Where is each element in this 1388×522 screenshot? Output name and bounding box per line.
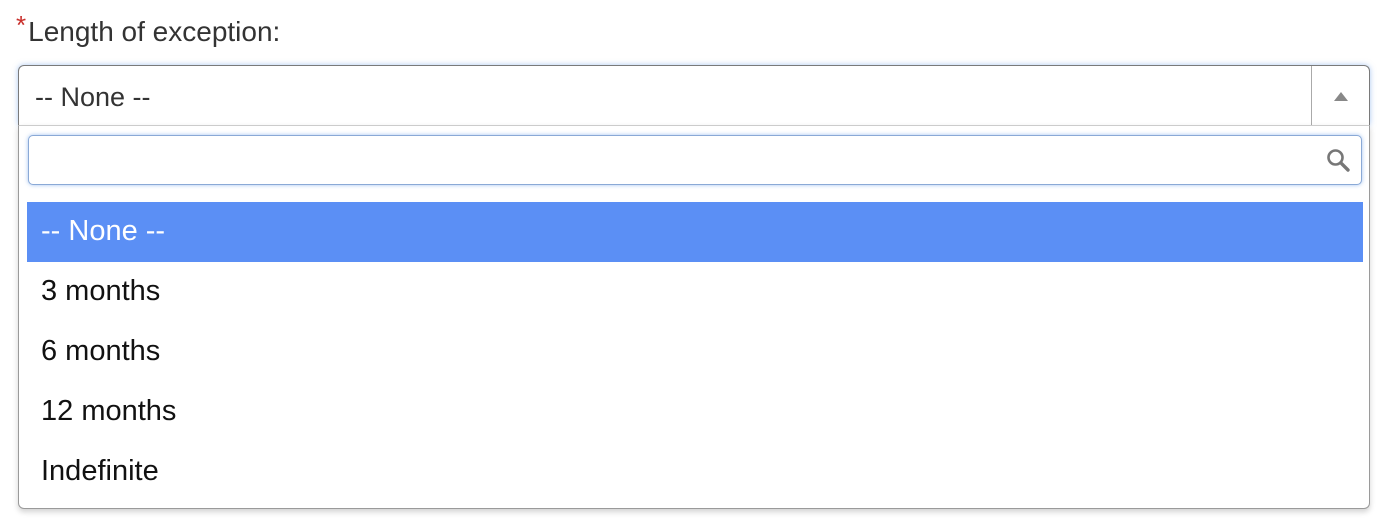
triangle-up-icon [1333,91,1348,101]
select-dropdown: -- None -- 3 months 6 months 12 months I… [18,125,1370,509]
search-icon [1327,149,1350,172]
select-current-value: -- None -- [35,82,151,112]
field-label: * Length of exception: [16,12,280,52]
length-of-exception-select[interactable]: -- None -- [18,65,1370,126]
dropdown-search-box[interactable] [28,135,1362,185]
option-3-months[interactable]: 3 months [27,262,1363,322]
field-label-text: Length of exception: [28,16,281,47]
dropdown-search-input[interactable] [29,136,1319,183]
select-toggle-button[interactable] [1311,66,1369,126]
dropdown-options-list: -- None -- 3 months 6 months 12 months I… [27,202,1363,502]
option-6-months[interactable]: 6 months [27,322,1363,382]
required-indicator: * [16,10,27,40]
option-12-months[interactable]: 12 months [27,382,1363,442]
option-none[interactable]: -- None -- [27,202,1363,262]
option-indefinite[interactable]: Indefinite [27,442,1363,502]
